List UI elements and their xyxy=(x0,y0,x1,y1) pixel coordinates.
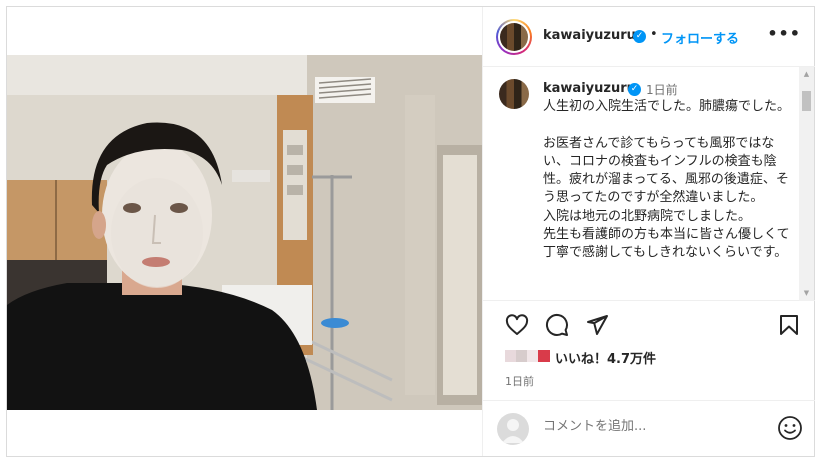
profile-picture xyxy=(500,23,528,51)
caption-username[interactable]: kawaiyuzuru xyxy=(543,81,636,96)
bookmark-icon[interactable] xyxy=(777,313,801,337)
verified-badge-icon: ✓ xyxy=(628,83,641,96)
header-username[interactable]: kawaiyuzuru xyxy=(543,28,636,43)
caption-time[interactable]: 1日前 xyxy=(646,81,678,98)
action-bar xyxy=(483,307,815,343)
caption-text: 人生初の入院生活でした。肺膿瘍でした。 お医者さんで診てもらっても風邪ではない、… xyxy=(543,99,791,261)
comment-bubble-icon[interactable] xyxy=(545,313,569,337)
post-timestamp[interactable]: 1日前 xyxy=(505,373,534,389)
caption-area: kawaiyuzuru ✓ 1日前 人生初の入院生活でした。肺膿瘍でした。 お医… xyxy=(483,67,815,301)
scroll-thumb[interactable] xyxy=(802,91,811,111)
comment-bar xyxy=(483,400,815,456)
verified-badge-icon: ✓ xyxy=(633,30,646,43)
details-pane: kawaiyuzuru ✓ • フォローする ••• kawaiyuzuru ✓… xyxy=(482,7,815,456)
avatar xyxy=(497,413,529,445)
likes-row[interactable]: いいね！4.7万件 xyxy=(505,347,656,367)
paper-plane-icon[interactable] xyxy=(585,313,609,337)
scroll-down-arrow-icon[interactable]: ▼ xyxy=(799,286,814,301)
post-photo[interactable] xyxy=(7,55,482,410)
post-card: kawaiyuzuru ✓ • フォローする ••• kawaiyuzuru ✓… xyxy=(6,6,815,457)
scroll-up-arrow-icon[interactable]: ▲ xyxy=(799,67,814,82)
post-header: kawaiyuzuru ✓ • フォローする ••• xyxy=(483,7,815,67)
scrollbar[interactable]: ▲ ▼ xyxy=(799,67,814,301)
caption-avatar[interactable] xyxy=(499,79,529,109)
comment-input[interactable] xyxy=(543,419,743,434)
smiley-face-icon[interactable] xyxy=(777,415,803,441)
liker-avatars xyxy=(505,350,553,364)
likes-count[interactable]: いいね！4.7万件 xyxy=(555,348,656,367)
more-options-icon[interactable]: ••• xyxy=(767,26,801,42)
follow-button[interactable]: フォローする xyxy=(661,28,739,47)
heart-icon[interactable] xyxy=(505,313,529,337)
separator-dot: • xyxy=(650,27,658,42)
avatar[interactable] xyxy=(496,19,532,55)
media-pane xyxy=(7,7,482,456)
